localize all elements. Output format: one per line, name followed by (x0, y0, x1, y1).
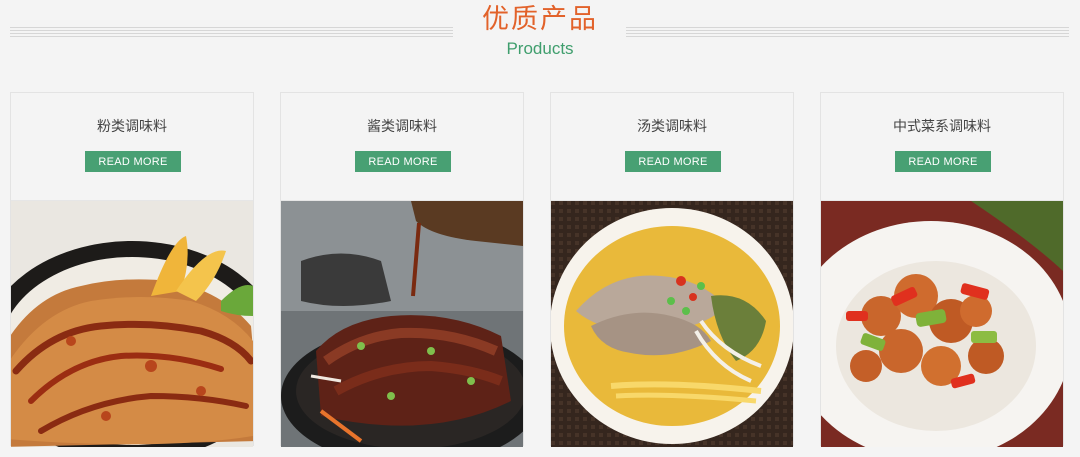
fried-chicken-image (11, 201, 253, 447)
product-card-powder-seasoning[interactable]: 粉类调味料 READ MORE (10, 92, 254, 447)
sweet-sour-pork-image (821, 201, 1063, 447)
product-image[interactable] (11, 201, 253, 447)
product-title: 酱类调味料 (367, 119, 437, 135)
product-image[interactable] (281, 201, 523, 447)
read-more-button[interactable]: READ MORE (85, 151, 181, 172)
section-header: 优质产品 Products (0, 0, 1080, 70)
sizzling-beef-image (281, 201, 523, 447)
section-subtitle: Products (506, 39, 574, 58)
product-card-soup-seasoning[interactable]: 汤类调味料 READ MORE (550, 92, 794, 447)
product-image[interactable] (551, 201, 793, 447)
product-card-header: 中式菜系调味料 READ MORE (821, 93, 1063, 201)
read-more-button[interactable]: READ MORE (355, 151, 451, 172)
product-title: 汤类调味料 (637, 119, 707, 135)
product-card-header: 粉类调味料 READ MORE (11, 93, 253, 201)
product-card-header: 汤类调味料 READ MORE (551, 93, 793, 201)
section-title: 优质产品 (482, 4, 598, 35)
noodle-soup-image (551, 201, 793, 447)
product-card-sauce-seasoning[interactable]: 酱类调味料 READ MORE (280, 92, 524, 447)
product-card-header: 酱类调味料 READ MORE (281, 93, 523, 201)
product-card-chinese-cuisine-seasoning[interactable]: 中式菜系调味料 READ MORE (820, 92, 1064, 447)
read-more-button[interactable]: READ MORE (895, 151, 991, 172)
product-title: 粉类调味料 (97, 119, 167, 135)
read-more-button[interactable]: READ MORE (625, 151, 721, 172)
product-title: 中式菜系调味料 (893, 119, 991, 135)
product-image[interactable] (821, 201, 1063, 447)
